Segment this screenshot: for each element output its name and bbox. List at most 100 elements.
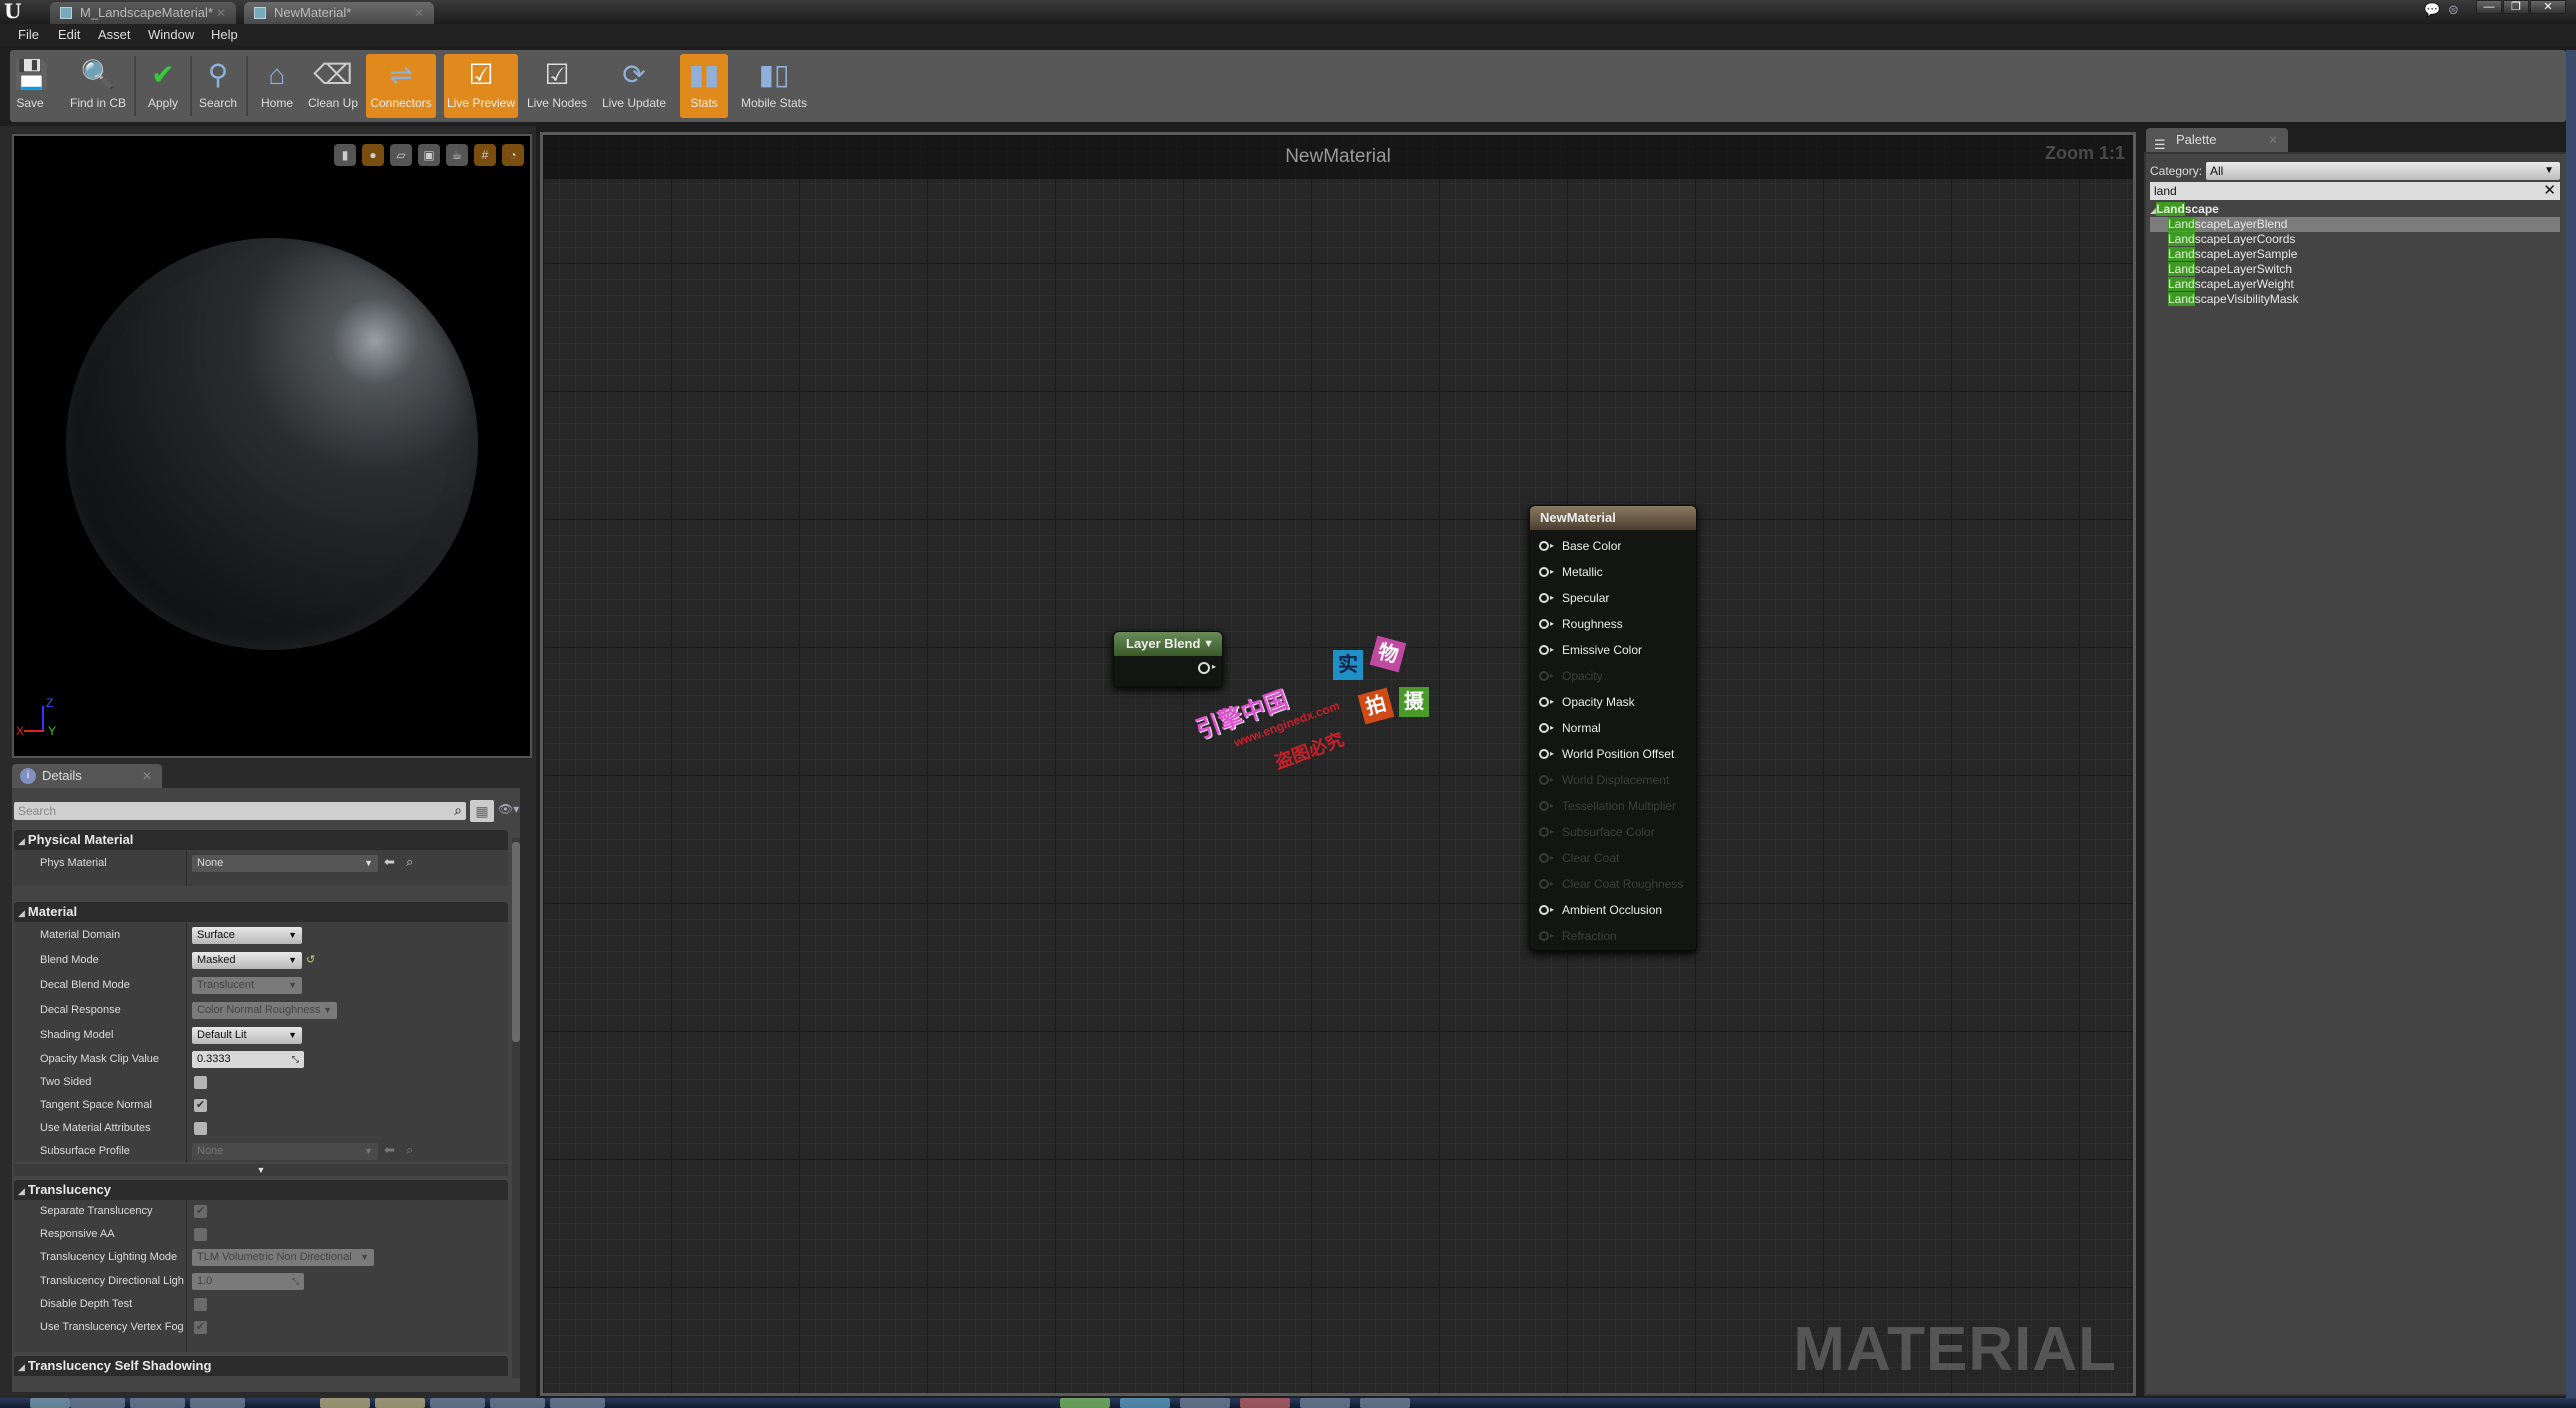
menu-file[interactable]: File [18,24,39,46]
menu-asset[interactable]: Asset [98,24,131,46]
pin-circle-icon[interactable] [1539,645,1549,655]
view-options-eye-icon[interactable]: 👁▾ [498,802,519,816]
taskbar-app-icon[interactable] [320,1398,370,1408]
pin-circle-icon[interactable] [1539,853,1549,863]
input-pin-base-color[interactable]: ▸ Base Color [1530,533,1696,559]
palette-item[interactable]: LandscapeVisibilityMask [2150,292,2560,307]
toggle-grid-icon[interactable]: # [474,144,496,166]
connectors-toggle[interactable]: ⇌ Connectors [366,54,436,118]
input-pin-subsurface-color[interactable]: ▸ Subsurface Color [1530,819,1696,845]
source-control-icon[interactable]: ⊜ [2448,2,2459,18]
clear-search-icon[interactable]: ✕ [2543,182,2556,200]
pin-circle-icon[interactable] [1539,879,1549,889]
live-update-toggle[interactable]: ⟳ Live Update [598,54,670,118]
feedback-icon[interactable]: 💬 [2424,2,2440,18]
browse-asset-icon[interactable]: ⌕ [406,854,413,870]
pin-circle-icon[interactable] [1539,697,1549,707]
use-selected-arrow-icon[interactable]: ⬅ [384,1142,395,1158]
material-domain-combo[interactable]: Surface ▼ [192,927,302,944]
responsive-aa-checkbox[interactable] [194,1228,207,1241]
palette-search-input[interactable]: land ✕ [2150,182,2560,200]
browse-asset-icon[interactable]: ⌕ [406,1142,413,1158]
input-pin-emissive-color[interactable]: ▸ Emissive Color [1530,637,1696,663]
restore-button[interactable]: ❐ [2503,0,2529,14]
node-header[interactable]: NewMaterial [1530,506,1696,530]
blend-mode-combo[interactable]: Masked ▼ [192,952,302,969]
pin-circle-icon[interactable] [1539,801,1549,811]
pin-circle-icon[interactable] [1539,775,1549,785]
menu-edit[interactable]: Edit [58,24,80,46]
category-translucency[interactable]: ◢ Translucency [14,1180,508,1200]
pin-circle-icon[interactable] [1539,931,1549,941]
details-tab[interactable]: i Details ✕ [12,764,162,788]
palette-tab[interactable]: ☰ Palette ✕ [2146,128,2288,152]
input-pin-normal[interactable]: ▸ Normal [1530,715,1696,741]
close-tab-icon[interactable]: ✕ [142,764,152,788]
taskbar-app-icon[interactable] [1240,1398,1290,1408]
dropdown-triangle-icon[interactable]: ▼ [1203,632,1214,656]
decal-blend-mode-combo[interactable]: Translucent ▼ [192,977,302,994]
category-physical-material[interactable]: ◢ Physical Material [14,830,508,850]
property-matrix-button[interactable]: ▦ [470,800,494,822]
home-button[interactable]: ⌂ Home [254,54,300,118]
preview-sphere-icon[interactable]: ● [362,144,384,166]
separate-translucency-checkbox[interactable]: ✔ [194,1205,207,1218]
menu-help[interactable]: Help [211,24,238,46]
pin-circle-icon[interactable] [1539,827,1549,837]
taskbar-app-icon[interactable] [190,1398,245,1408]
toggle-realtime-icon[interactable]: ◔ [502,144,524,166]
output-pin[interactable] [1198,662,1210,674]
preview-plane-icon[interactable]: ▱ [390,144,412,166]
search-button[interactable]: ⚲ Search [196,54,240,118]
translucency-lighting-mode-combo[interactable]: TLM Volumetric Non Directional ▼ [192,1249,374,1266]
tree-group-landscape[interactable]: ◢Landscape [2150,202,2560,217]
live-nodes-toggle[interactable]: ☑ Live Nodes [524,54,590,118]
taskbar-app-icon[interactable] [1120,1398,1170,1408]
phys-material-asset-picker[interactable]: None ▼ [192,855,378,872]
scrollbar-thumb[interactable] [512,842,520,1042]
node-header[interactable]: Layer Blend ▼ [1114,632,1222,656]
use-material-attributes-checkbox[interactable] [194,1122,207,1135]
palette-item[interactable]: LandscapeLayerCoords [2150,232,2560,247]
close-tab-icon[interactable]: ✕ [414,2,424,24]
input-pin-clear-coat[interactable]: ▸ Clear Coat [1530,845,1696,871]
pin-circle-icon[interactable] [1539,905,1549,915]
pin-circle-icon[interactable] [1539,541,1549,551]
use-translucency-vertex-fog-checkbox[interactable]: ✔ [194,1321,207,1334]
material-graph-canvas[interactable]: NewMaterial Zoom 1:1 Layer Blend ▼ ▸ 引擎中… [540,132,2136,1396]
input-pin-ambient-occlusion[interactable]: ▸ Ambient Occlusion [1530,897,1696,923]
pin-circle-icon[interactable] [1539,593,1549,603]
shading-model-combo[interactable]: Default Lit ▼ [192,1027,302,1044]
minimize-button[interactable]: — [2476,0,2502,14]
opacity-mask-clip-value-input[interactable]: 0.3333 ⤡ [192,1051,304,1068]
taskbar-app-icon[interactable] [1060,1398,1110,1408]
taskbar-start-icon[interactable] [30,1398,70,1408]
doc-tab-m-landscapematerial[interactable]: M_LandscapeMaterial* ✕ [50,2,236,24]
layer-blend-node[interactable]: Layer Blend ▼ ▸ [1113,631,1223,687]
taskbar-app-icon[interactable] [430,1398,485,1408]
close-tab-icon[interactable]: ✕ [2268,128,2278,152]
decal-response-combo[interactable]: Color Normal Roughness ▼ [192,1002,337,1019]
details-scrollbar[interactable] [512,838,520,1378]
input-pin-tessellation-multiplier[interactable]: ▸ Tessellation Multiplier [1530,793,1696,819]
input-pin-metallic[interactable]: ▸ Metallic [1530,559,1696,585]
expand-advanced-button[interactable]: ▼ [14,1164,508,1176]
subsurface-profile-asset-picker[interactable]: None ▼ [192,1143,378,1160]
category-material[interactable]: ◢ Material [14,902,508,922]
palette-item[interactable]: LandscapeLayerWeight [2150,277,2560,292]
input-pin-roughness[interactable]: ▸ Roughness [1530,611,1696,637]
pin-circle-icon[interactable] [1539,619,1549,629]
palette-item[interactable]: LandscapeLayerBlend [2150,217,2560,232]
doc-tab-newmaterial[interactable]: NewMaterial* ✕ [244,2,434,24]
input-pin-opacity-mask[interactable]: ▸ Opacity Mask [1530,689,1696,715]
disable-depth-test-checkbox[interactable] [194,1298,207,1311]
details-search-input[interactable]: Search ⌕ [14,802,466,820]
find-in-cb-button[interactable]: 🔍 Find in CB [68,54,128,118]
translucency-directional-lighting-input[interactable]: 1.0 ⤡ [192,1273,304,1290]
taskbar-app-icon[interactable] [1300,1398,1350,1408]
live-preview-toggle[interactable]: ☑ Live Preview [444,54,518,118]
category-translucency-self-shadowing[interactable]: ◢ Translucency Self Shadowing [14,1356,508,1376]
input-pin-clear-coat-roughness[interactable]: ▸ Clear Coat Roughness [1530,871,1696,897]
input-pin-specular[interactable]: ▸ Specular [1530,585,1696,611]
close-window-button[interactable]: ✕ [2530,0,2566,14]
